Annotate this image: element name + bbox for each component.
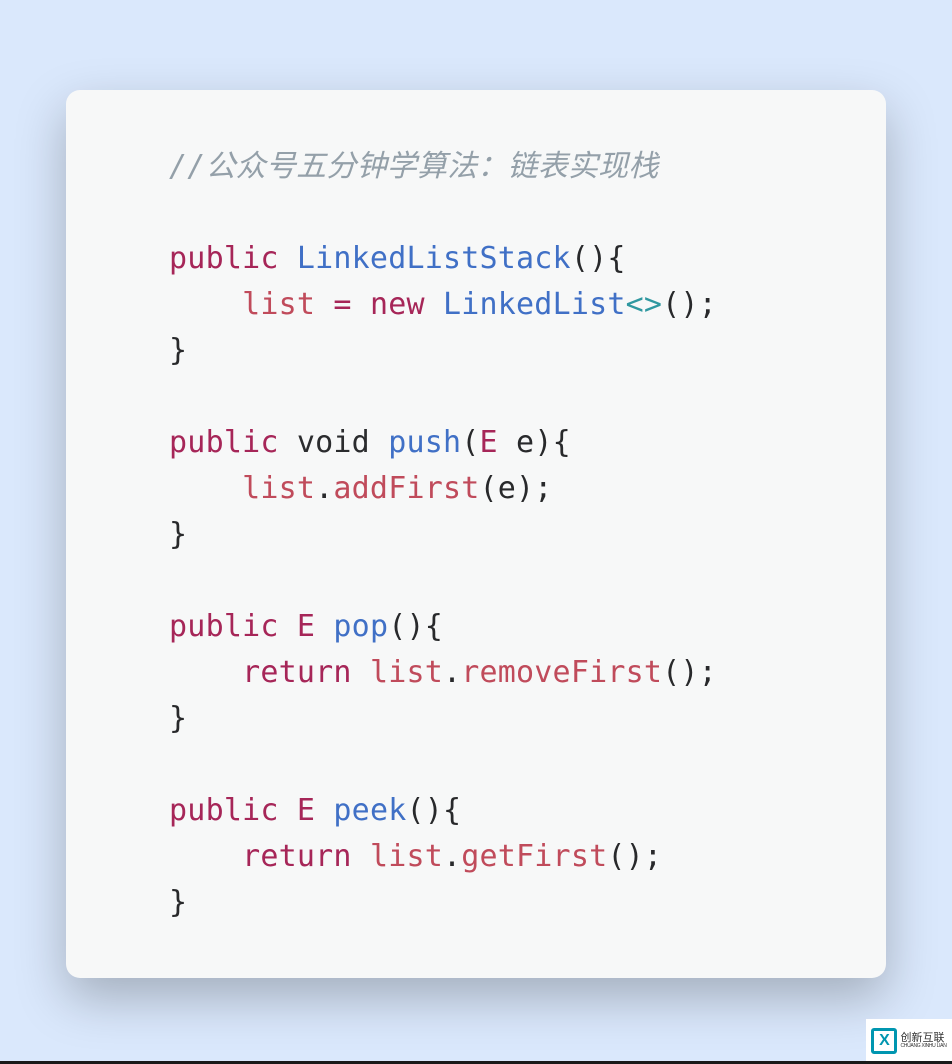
generic-diamond: <> (626, 287, 663, 322)
code-line-constructor-body: list = new LinkedList<>(); (96, 282, 856, 328)
keyword-void: void (297, 425, 370, 460)
keyword-public: public (169, 241, 279, 276)
code-line-push-sig: public void push(E e){ (96, 420, 856, 466)
assign-op: = (333, 287, 351, 322)
constructor-name: LinkedListStack (297, 241, 571, 276)
comment-text: //公众号五分钟学算法：链表实现栈 (169, 149, 659, 184)
method-peek: peek (333, 793, 406, 828)
return-type-e: E (297, 793, 315, 828)
code-line-close: } (96, 512, 856, 558)
return-type-e: E (297, 609, 315, 644)
method-pop: pop (333, 609, 388, 644)
code-card: //公众号五分钟学算法：链表实现栈 public LinkedListStack… (66, 90, 886, 978)
keyword-public: public (169, 609, 279, 644)
blank-line (96, 374, 856, 420)
blank-line (96, 742, 856, 788)
code-line-peek-body: return list.getFirst(); (96, 834, 856, 880)
keyword-new: new (370, 287, 425, 322)
watermark-logo-icon: X (871, 1028, 897, 1054)
code-line-peek-sig: public E peek(){ (96, 788, 856, 834)
call-getfirst: getFirst (461, 839, 607, 874)
param-name-e: e (516, 425, 534, 460)
code-line-constructor-sig: public LinkedListStack(){ (96, 236, 856, 282)
keyword-return: return (242, 655, 352, 690)
field-list: list (242, 287, 315, 322)
keyword-public: public (169, 425, 279, 460)
obj-list: list (370, 839, 443, 874)
code-line-close: } (96, 328, 856, 374)
blank-line (96, 558, 856, 604)
code-line-close: } (96, 880, 856, 926)
watermark: X 创新互联 CHUANG XINHU LIAN (866, 1019, 952, 1062)
keyword-public: public (169, 793, 279, 828)
call-addfirst: addFirst (333, 471, 479, 506)
param-type-e: E (480, 425, 498, 460)
code-line-pop-body: return list.removeFirst(); (96, 650, 856, 696)
call-removefirst: removeFirst (461, 655, 662, 690)
blank-line (96, 190, 856, 236)
code-line-pop-sig: public E pop(){ (96, 604, 856, 650)
obj-list: list (370, 655, 443, 690)
classname-linkedlist: LinkedList (443, 287, 626, 322)
method-push: push (388, 425, 461, 460)
code-line-close: } (96, 696, 856, 742)
code-line-push-body: list.addFirst(e); (96, 466, 856, 512)
watermark-line1: 创新互联 (900, 1032, 946, 1044)
keyword-return: return (242, 839, 352, 874)
watermark-text: 创新互联 CHUANG XINHU LIAN (900, 1032, 946, 1050)
watermark-line2: CHUANG XINHU LIAN (900, 1044, 946, 1050)
code-line-comment: //公众号五分钟学算法：链表实现栈 (96, 144, 856, 190)
obj-list: list (242, 471, 315, 506)
